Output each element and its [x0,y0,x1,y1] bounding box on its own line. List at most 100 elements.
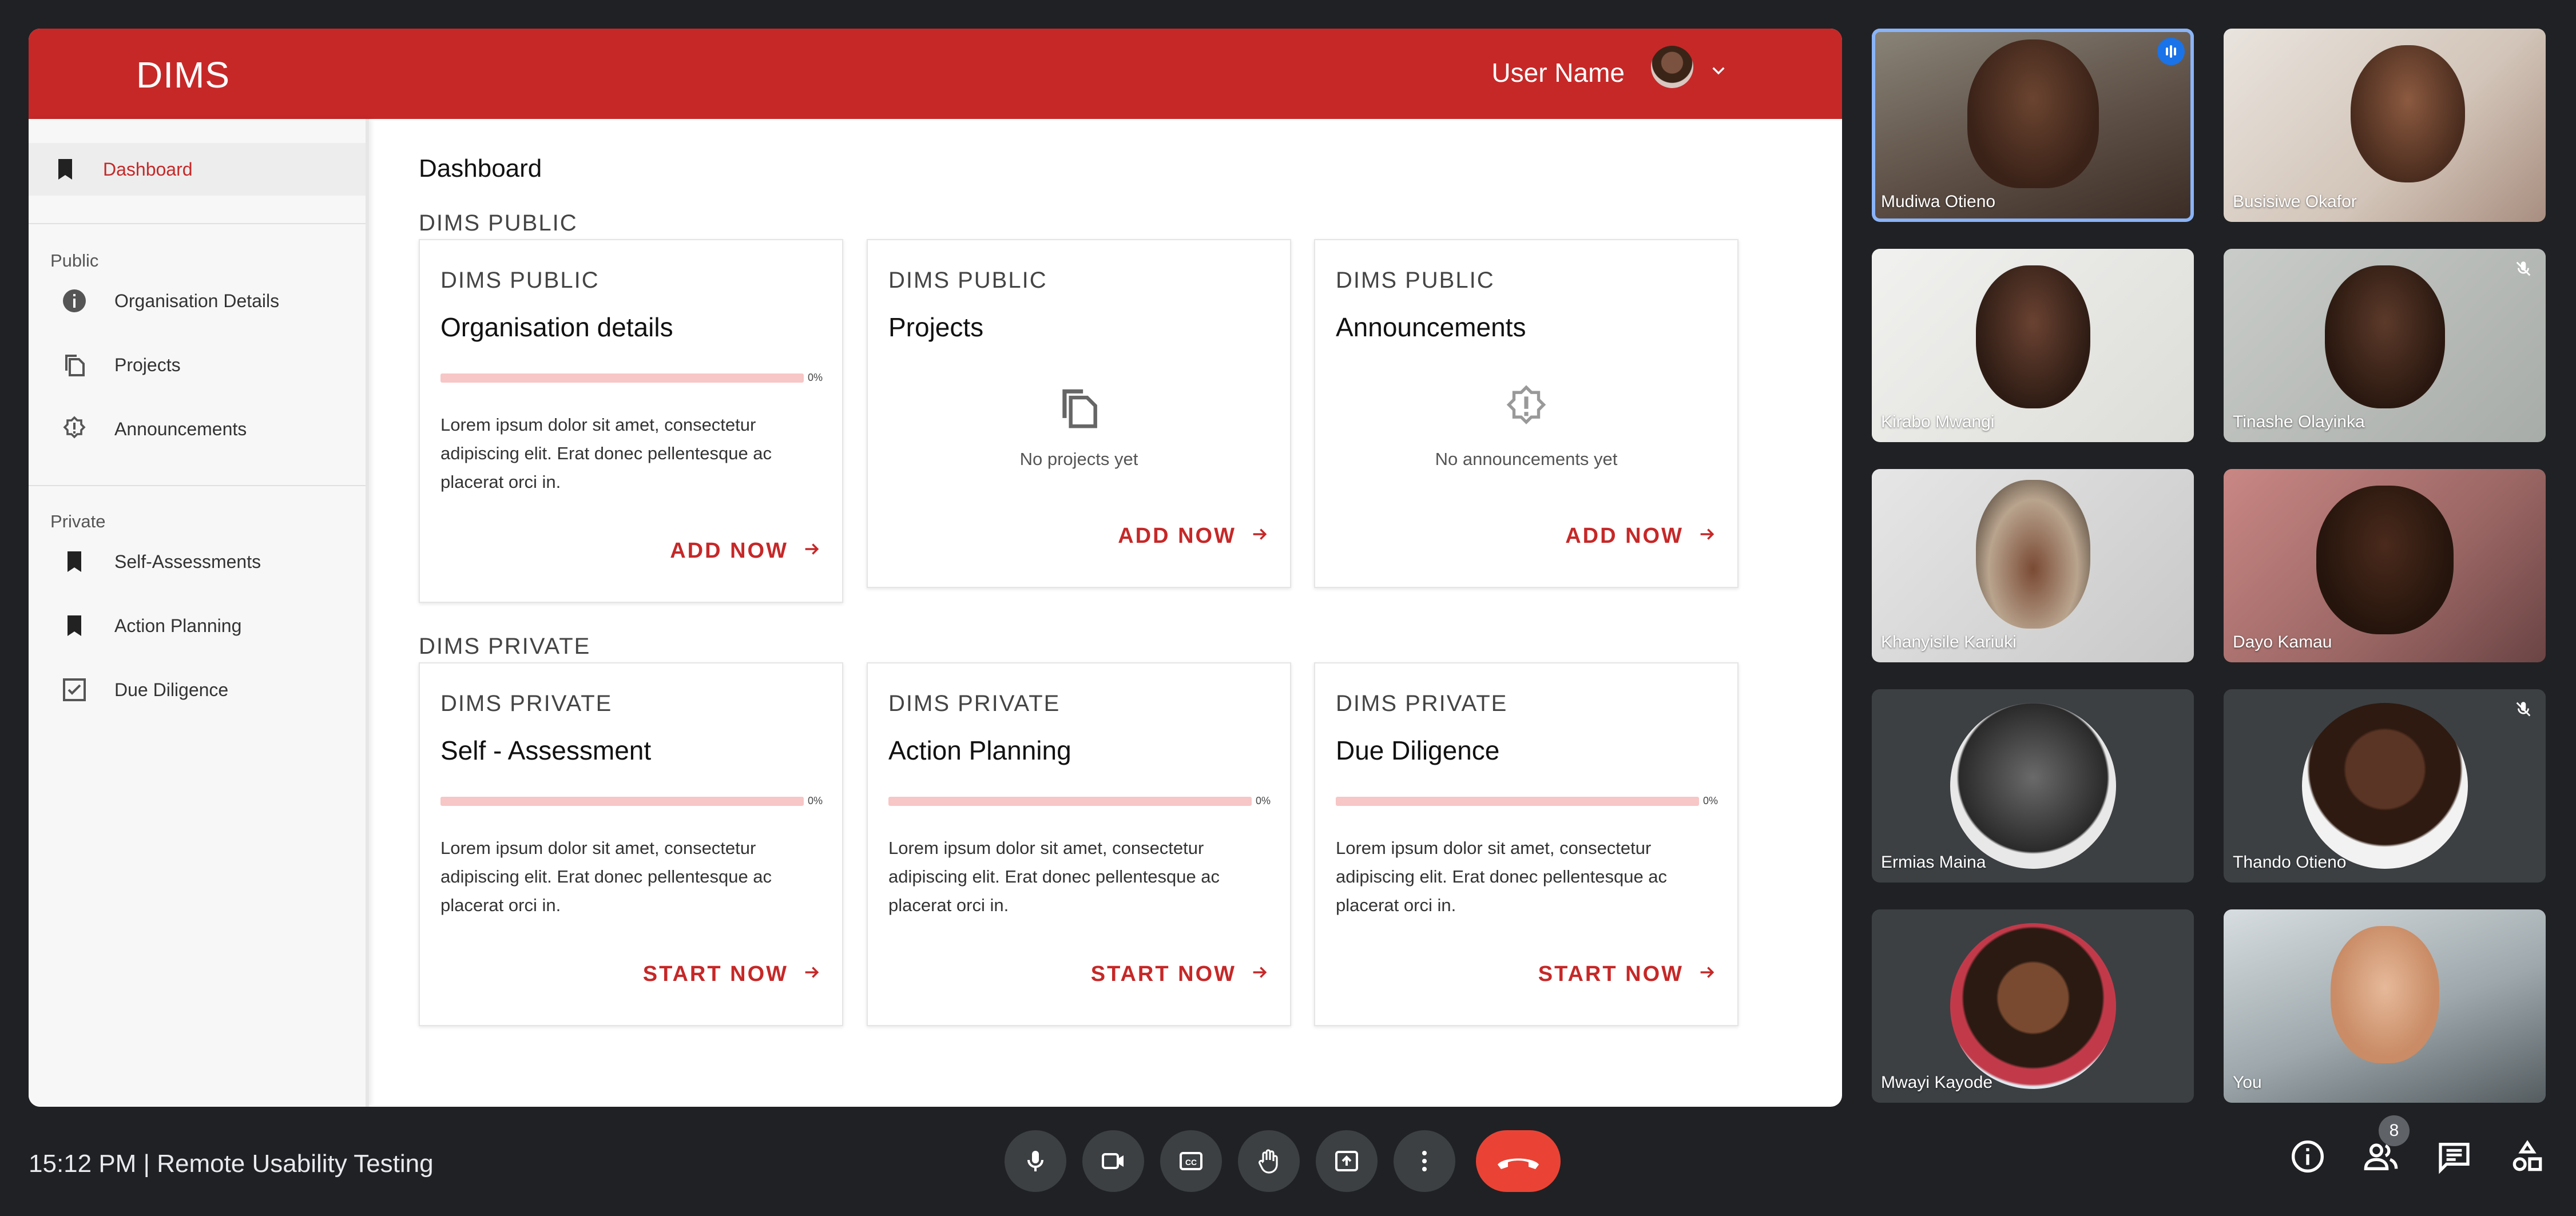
arrow-right-icon [1250,524,1269,550]
sidebar-item-organisation-details[interactable]: Organisation Details [29,275,366,327]
info-icon [2292,1141,2324,1173]
participant-name: Dayo Kamau [2233,633,2332,651]
participant-tile[interactable]: Mudiwa Otieno [1872,29,2194,222]
card-tag: DIMS PRIVATE [888,691,1061,716]
card-announcements: DIMS PUBLIC Announcements No announcemen… [1314,239,1738,588]
empty-state-text: No projects yet [1019,449,1138,469]
arrow-right-icon [1250,963,1269,988]
camera-button[interactable] [1082,1130,1144,1192]
participant-avatar [1950,923,2116,1089]
card-tag: DIMS PUBLIC [440,268,600,293]
chat-button[interactable] [2436,1138,2482,1184]
sidebar-item-projects[interactable]: Projects [29,339,366,391]
sidebar-item-label: Dashboard [103,159,193,180]
section-title-public: DIMS PUBLIC [419,210,578,236]
participant-video [2324,265,2445,408]
raise-hand-button[interactable] [1238,1130,1300,1192]
progress-bar [440,373,804,383]
captions-button[interactable]: CC [1160,1130,1222,1192]
sidebar-item-dashboard[interactable]: Dashboard [29,143,366,196]
participant-video [2316,486,2454,634]
checkbox-icon [61,676,88,704]
sidebar-item-self-assessments[interactable]: Self-Assessments [29,535,366,588]
add-now-button[interactable]: ADD NOW [670,539,821,565]
mic-button[interactable] [1005,1130,1066,1192]
add-now-button[interactable]: ADD NOW [1118,524,1269,550]
svg-text:CC: CC [1185,1158,1197,1167]
chat-icon [2439,1143,2470,1174]
participant-tile[interactable]: Mwayi Kayode [1872,909,2194,1103]
start-now-button[interactable]: START NOW [1538,962,1717,988]
dims-app-window: DIMS User Name Dashboard Public Organisa… [29,29,1842,1107]
people-button[interactable] [2363,1138,2408,1184]
card-tag: DIMS PUBLIC [888,268,1047,293]
chevron-down-icon[interactable] [1709,62,1728,83]
sidebar-item-label: Due Diligence [114,679,229,700]
hand-icon [1259,1149,1278,1174]
participant-tile[interactable]: Kirabo Mwangi [1872,249,2194,442]
participant-tile[interactable]: Khanyisile Kariuki [1872,469,2194,662]
sidebar-item-label: Organisation Details [114,291,280,311]
card-title: Announcements [1336,312,1526,342]
video-camera-icon [1102,1153,1124,1169]
section-label-public: Public [50,251,99,271]
participant-name: Mudiwa Otieno [1881,192,1996,211]
participant-name: Ermias Maina [1881,853,1986,872]
user-name[interactable]: User Name [1491,57,1625,88]
participant-video [2330,926,2439,1063]
divider [29,485,366,486]
present-button[interactable] [1316,1130,1378,1192]
start-now-button[interactable]: START NOW [1091,962,1269,988]
card-description: Lorem ipsum dolor sit amet, consectetur … [440,415,772,492]
more-options-button[interactable] [1394,1130,1455,1192]
card-title: Organisation details [440,312,673,342]
card-tag: DIMS PRIVATE [1336,691,1508,716]
add-now-button[interactable]: ADD NOW [1565,524,1717,550]
participant-tile[interactable]: You [2224,909,2546,1103]
participant-tile[interactable]: Tinashe Olayinka [2224,249,2546,442]
card-tag: DIMS PRIVATE [440,691,613,716]
card-organisation-details: DIMS PUBLIC Organisation details 0% Lore… [419,239,843,603]
participant-tile[interactable]: Ermias Maina [1872,689,2194,883]
sidebar-item-action-planning[interactable]: Action Planning [29,599,366,652]
activities-button[interactable] [2509,1138,2555,1184]
divider [29,223,366,224]
present-screen-icon [1335,1151,1358,1171]
card-description: Lorem ipsum dolor sit amet, consectetur … [440,838,772,915]
participant-name: Tinashe Olayinka [2233,412,2365,431]
card-description: Lorem ipsum dolor sit amet, consectetur … [1336,838,1668,915]
button-label: ADD NOW [1565,524,1684,548]
participant-tile[interactable]: Dayo Kamau [2224,469,2546,662]
card-projects: DIMS PUBLIC Projects No projects yet ADD… [867,239,1291,588]
sidebar-item-label: Self-Assessments [114,551,261,572]
more-vert-icon [1422,1151,1427,1171]
speaking-indicator-icon [2157,38,2185,65]
start-now-button[interactable]: START NOW [643,962,821,988]
arrow-right-icon [1697,524,1717,550]
participant-video [1967,39,2099,188]
participant-avatar [1950,703,2116,869]
card-self-assessment: DIMS PRIVATE Self - Assessment 0% Lorem … [419,662,843,1026]
leave-call-button[interactable] [1476,1130,1561,1192]
sidebar-item-announcements[interactable]: Announcements [29,403,366,455]
sidebar: Dashboard Public Organisation Details Pr… [29,119,369,1107]
sidebar-item-label: Announcements [114,419,247,439]
participant-tile[interactable]: Busisiwe Okafor [2224,29,2546,222]
shapes-icon [2513,1140,2542,1171]
mic-off-icon [2514,259,2533,279]
app-logo[interactable]: DIMS [136,54,230,96]
sidebar-item-due-diligence[interactable]: Due Diligence [29,663,366,716]
user-avatar[interactable] [1651,46,1693,88]
participant-avatar [2301,703,2468,869]
meeting-details-button[interactable] [2289,1138,2335,1184]
progress-percent: 0% [1256,795,1271,806]
button-label: START NOW [1538,962,1684,986]
mic-off-icon [2514,700,2533,719]
button-label: ADD NOW [670,539,788,563]
closed-captions-icon: CC [1180,1152,1202,1170]
arrow-right-icon [802,963,821,988]
participant-tile[interactable]: Thando Otieno [2224,689,2546,883]
card-title: Self - Assessment [440,736,652,765]
bookmark-icon [61,548,88,575]
card-due-diligence: DIMS PRIVATE Due Diligence 0% Lorem ipsu… [1314,662,1738,1026]
